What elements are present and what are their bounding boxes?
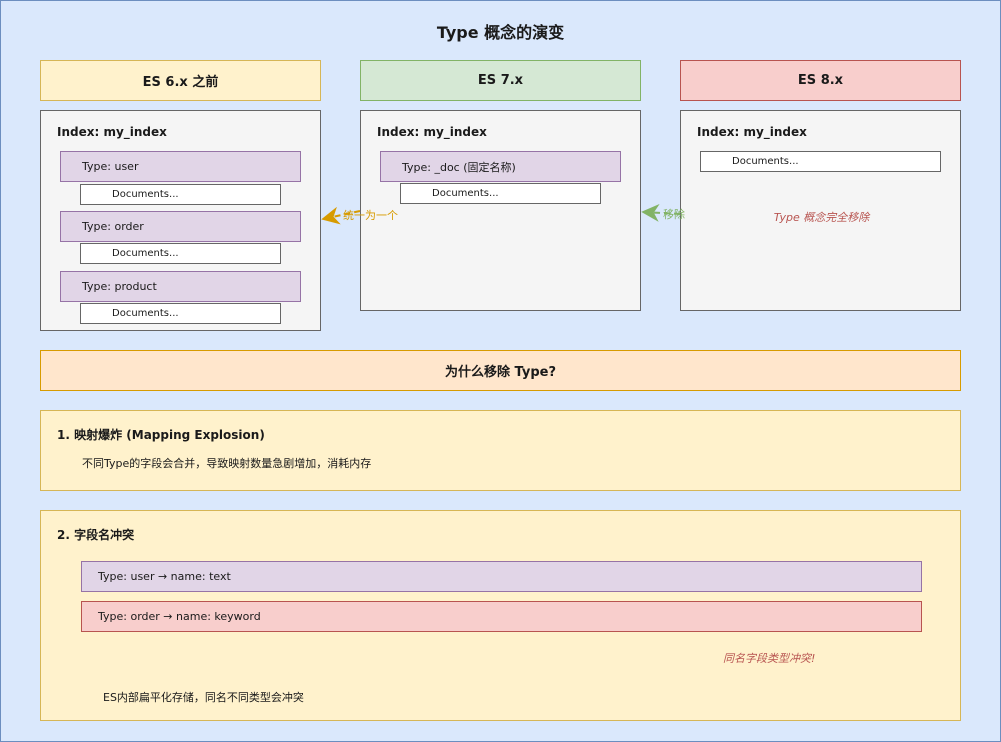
conflict-user-name-text: Type: user → name: text: [81, 561, 922, 592]
reason-1-title: 1. 映射爆炸 (Mapping Explosion): [57, 428, 265, 442]
reason-field-conflict: 2. 字段名冲突 Type: user → name: text Type: o…: [40, 510, 961, 721]
reason-2-title: 2. 字段名冲突: [57, 528, 135, 542]
conflict-order-name-keyword: Type: order → name: keyword: [81, 601, 922, 632]
why-header: 为什么移除 Type?: [40, 350, 961, 391]
arrow-label-unify: 统一为一个: [343, 209, 398, 222]
reason-1-desc: 不同Type的字段会合并，导致映射数量急剧增加，消耗内存: [82, 457, 372, 470]
arrow-label-remove: 移除: [663, 207, 685, 221]
reason-mapping-explosion: 1. 映射爆炸 (Mapping Explosion) 不同Type的字段会合并…: [40, 410, 961, 491]
diagram-canvas: Type 概念的演变 ES 6.x 之前 Index: my_index Typ…: [0, 0, 1001, 742]
conflict-note: 同名字段类型冲突!: [723, 652, 816, 665]
reason-2-desc: ES内部扁平化存储，同名不同类型会冲突: [103, 691, 304, 704]
